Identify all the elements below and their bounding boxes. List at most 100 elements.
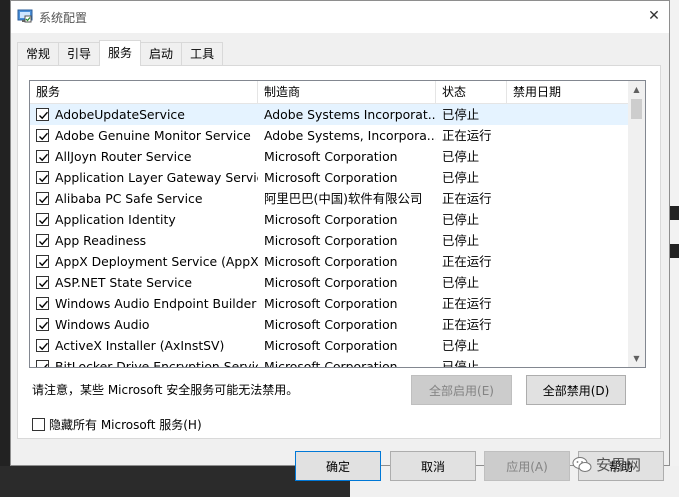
checkmark-icon [39, 300, 49, 309]
service-name: Windows Audio Endpoint Builder [55, 296, 257, 311]
vendor-cell: Adobe Systems, Incorpora... [264, 128, 436, 143]
vendor-cell: Microsoft Corporation [264, 254, 398, 269]
table-row[interactable]: Alibaba PC Safe Service 阿里巴巴(中国)软件有限公司 正在运… [30, 188, 628, 209]
disable-all-button[interactable]: 全部禁用(D) [526, 375, 626, 405]
status-cell: 已停止 [442, 212, 480, 227]
table-row[interactable]: Windows Audio Microsoft Corporation 正在运行 [30, 314, 628, 335]
table-row[interactable]: ASP.NET State Service Microsoft Corporati… [30, 272, 628, 293]
service-cell: Windows Audio [30, 314, 258, 335]
wechat-icon [572, 456, 592, 472]
close-button[interactable]: ✕ [639, 1, 669, 31]
checkmark-icon [39, 342, 49, 351]
disable-date-cell [507, 272, 628, 293]
title-bar[interactable]: 系统配置 ✕ [11, 1, 669, 33]
table-row[interactable]: AppX Deployment Service (AppX... Microsof… [30, 251, 628, 272]
ok-button[interactable]: 确定 [295, 451, 381, 481]
list-rows: AdobeUpdateService Adobe Systems Incorpor… [30, 104, 628, 368]
enable-all-button[interactable]: 全部启用(E) [411, 375, 512, 405]
vendor-cell: Microsoft Corporation [264, 317, 398, 332]
services-list[interactable]: 服务 制造商 状态 禁用日期 AdobeUpdateService Adobe S… [29, 80, 646, 368]
service-enabled-checkbox[interactable] [36, 255, 49, 268]
service-enabled-checkbox[interactable] [36, 129, 49, 142]
column-header-service[interactable]: 服务 [30, 81, 258, 104]
tab-general[interactable]: 常规 [17, 42, 60, 66]
table-row[interactable]: BitLocker Drive Encryption Service Micros… [30, 356, 628, 368]
apply-button[interactable]: 应用(A) [484, 451, 570, 481]
hide-microsoft-services-label: 隐藏所有 Microsoft 服务(H) [49, 418, 202, 432]
system-config-dialog: 系统配置 ✕ 常规 引导 服务 启动 工具 服务 制造商 状态 禁用日期 Ado… [10, 0, 670, 481]
checkmark-icon [39, 153, 49, 162]
table-row[interactable]: App Readiness Microsoft Corporation 已停止 [30, 230, 628, 251]
service-cell: Adobe Genuine Monitor Service [30, 125, 258, 146]
table-row[interactable]: Application Layer Gateway Service Microso… [30, 167, 628, 188]
vendor-cell: Microsoft Corporation [264, 212, 398, 227]
disable-date-cell [507, 251, 628, 272]
vendor-cell: Microsoft Corporation [264, 359, 398, 368]
service-name: Alibaba PC Safe Service [55, 191, 203, 206]
disable-date-cell [507, 104, 628, 125]
window-title: 系统配置 [39, 11, 88, 25]
table-row[interactable]: ActiveX Installer (AxInstSV) Microsoft Co… [30, 335, 628, 356]
status-cell: 已停止 [442, 359, 480, 368]
cancel-button[interactable]: 取消 [390, 451, 476, 481]
service-enabled-checkbox[interactable] [36, 108, 49, 121]
status-cell: 已停止 [442, 275, 480, 290]
disable-date-cell [507, 293, 628, 314]
table-row[interactable]: AdobeUpdateService Adobe Systems Incorpor… [30, 104, 628, 125]
service-enabled-checkbox[interactable] [36, 213, 49, 226]
checkmark-icon [39, 279, 49, 288]
tab-startup[interactable]: 启动 [140, 42, 183, 66]
disable-date-cell [507, 335, 628, 356]
service-name: AppX Deployment Service (AppX... [55, 254, 258, 269]
scroll-down-icon[interactable]: ▼ [628, 350, 645, 367]
service-enabled-checkbox[interactable] [36, 171, 49, 184]
watermark: 安界网 [572, 454, 641, 475]
service-cell: ActiveX Installer (AxInstSV) [30, 335, 258, 356]
list-header: 服务 制造商 状态 禁用日期 [30, 81, 628, 104]
service-cell: Application Layer Gateway Service [30, 167, 258, 188]
hide-microsoft-services-checkbox[interactable] [32, 418, 45, 431]
service-enabled-checkbox[interactable] [36, 297, 49, 310]
disable-date-cell [507, 314, 628, 335]
status-cell: 正在运行 [442, 254, 492, 269]
table-row[interactable]: Windows Audio Endpoint Builder Microsoft … [30, 293, 628, 314]
service-enabled-checkbox[interactable] [36, 276, 49, 289]
disable-date-cell [507, 125, 628, 146]
vendor-cell: Microsoft Corporation [264, 149, 398, 164]
vendor-cell: Microsoft Corporation [264, 296, 398, 311]
service-name: Windows Audio [55, 317, 150, 332]
service-enabled-checkbox[interactable] [36, 339, 49, 352]
security-notice: 请注意，某些 Microsoft 安全服务可能无法禁用。 [32, 383, 299, 397]
table-row[interactable]: AllJoyn Router Service Microsoft Corporat… [30, 146, 628, 167]
table-row[interactable]: Application Identity Microsoft Corporatio… [30, 209, 628, 230]
scroll-thumb[interactable] [631, 99, 642, 119]
column-header-vendor[interactable]: 制造商 [258, 81, 436, 104]
vendor-cell: Microsoft Corporation [264, 338, 398, 353]
tab-tools[interactable]: 工具 [181, 42, 224, 66]
tab-boot[interactable]: 引导 [58, 42, 101, 66]
table-row[interactable]: Adobe Genuine Monitor Service Adobe Syste… [30, 125, 628, 146]
status-cell: 已停止 [442, 107, 480, 122]
service-enabled-checkbox[interactable] [36, 360, 49, 367]
scroll-up-icon[interactable]: ▲ [628, 81, 645, 98]
service-name: Adobe Genuine Monitor Service [55, 128, 251, 143]
vendor-cell: Microsoft Corporation [264, 170, 398, 185]
vertical-scrollbar[interactable]: ▲ ▼ [628, 81, 645, 367]
hide-microsoft-services[interactable]: 隐藏所有 Microsoft 服务(H) [32, 416, 202, 433]
service-enabled-checkbox[interactable] [36, 150, 49, 163]
background-left [0, 0, 10, 497]
vendor-cell: Adobe Systems Incorporat... [264, 107, 436, 122]
column-header-disable-date[interactable]: 禁用日期 [507, 81, 628, 104]
disable-date-cell [507, 167, 628, 188]
disable-date-cell [507, 356, 628, 367]
service-enabled-checkbox[interactable] [36, 234, 49, 247]
disable-date-cell [507, 146, 628, 167]
service-enabled-checkbox[interactable] [36, 192, 49, 205]
status-cell: 已停止 [442, 233, 480, 248]
close-icon: ✕ [648, 8, 660, 24]
column-header-status[interactable]: 状态 [436, 81, 507, 104]
tab-services[interactable]: 服务 [99, 40, 142, 66]
service-enabled-checkbox[interactable] [36, 318, 49, 331]
service-cell: App Readiness [30, 230, 258, 251]
service-cell: ASP.NET State Service [30, 272, 258, 293]
